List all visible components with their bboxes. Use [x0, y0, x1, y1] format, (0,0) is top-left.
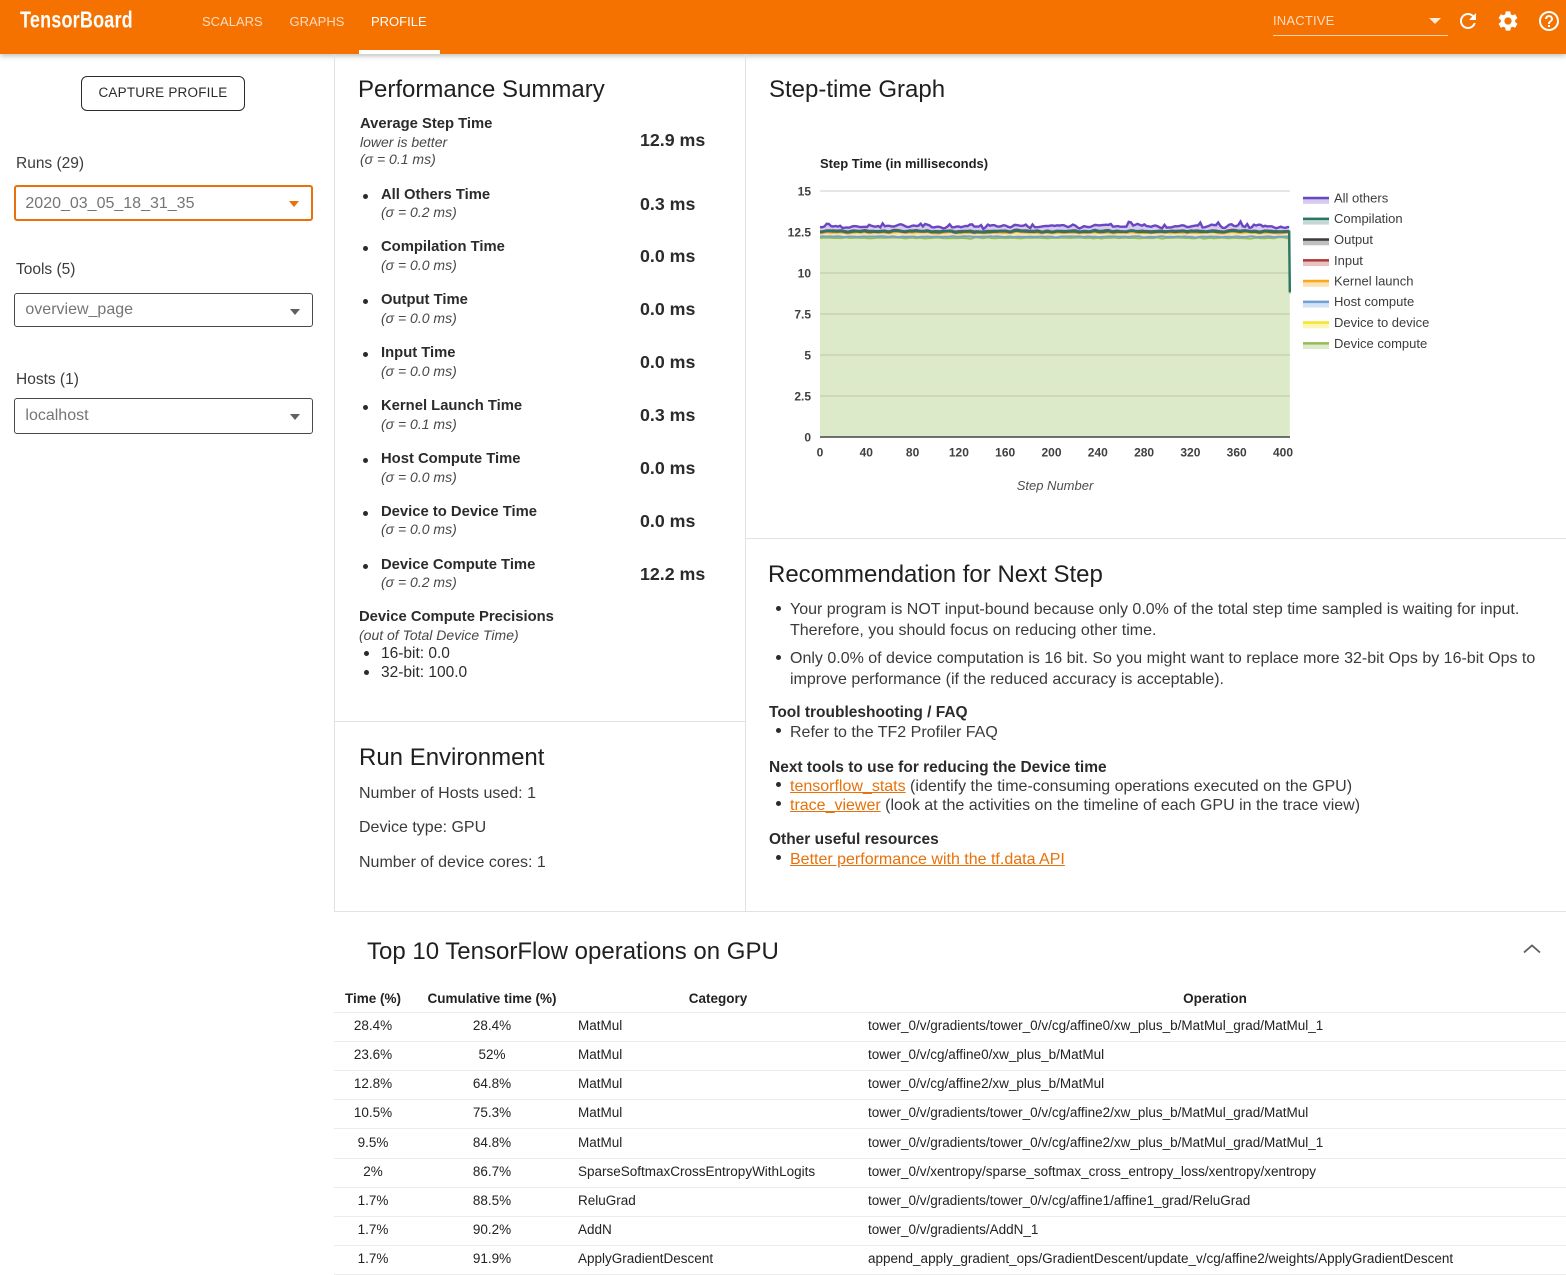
svg-text:Input: Input — [1334, 253, 1363, 268]
svg-text:280: 280 — [1134, 446, 1154, 460]
svg-text:7.5: 7.5 — [794, 308, 811, 322]
svg-text:40: 40 — [860, 446, 874, 460]
svg-text:All others: All others — [1334, 191, 1389, 206]
svg-text:5: 5 — [804, 349, 811, 363]
svg-text:320: 320 — [1180, 446, 1200, 460]
svg-text:15: 15 — [798, 185, 812, 199]
svg-text:Kernel launch: Kernel launch — [1334, 274, 1414, 289]
svg-text:200: 200 — [1041, 446, 1061, 460]
svg-text:Host compute: Host compute — [1334, 294, 1414, 309]
svg-text:120: 120 — [949, 446, 969, 460]
svg-text:Device to device: Device to device — [1334, 315, 1429, 330]
svg-text:400: 400 — [1273, 446, 1293, 460]
svg-text:Device compute: Device compute — [1334, 336, 1427, 351]
svg-text:0: 0 — [817, 446, 824, 460]
svg-text:12.5: 12.5 — [788, 226, 812, 240]
svg-text:0: 0 — [804, 431, 811, 445]
svg-text:Step Number: Step Number — [1017, 478, 1094, 493]
svg-text:160: 160 — [995, 446, 1015, 460]
svg-text:2.5: 2.5 — [794, 390, 811, 404]
svg-text:360: 360 — [1227, 446, 1247, 460]
svg-text:Output: Output — [1334, 232, 1373, 247]
svg-text:240: 240 — [1088, 446, 1108, 460]
svg-text:80: 80 — [906, 446, 920, 460]
svg-text:Step Time (in milliseconds): Step Time (in milliseconds) — [820, 156, 988, 171]
svg-text:10: 10 — [798, 267, 812, 281]
svg-text:Compilation: Compilation — [1334, 211, 1403, 226]
